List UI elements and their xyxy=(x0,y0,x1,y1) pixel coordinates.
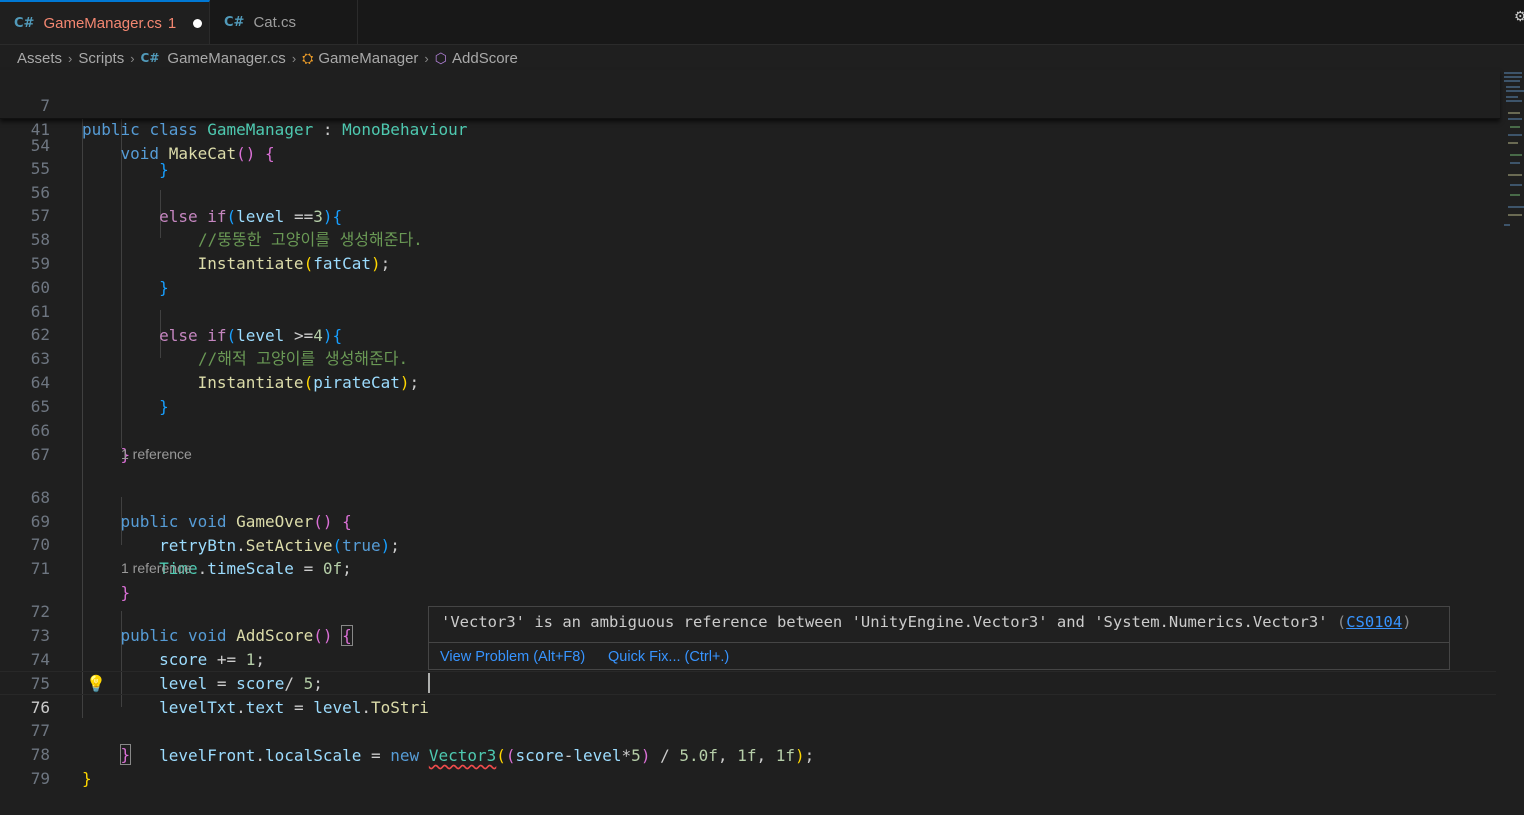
code-line[interactable]: 78 } xyxy=(0,719,1496,788)
tab-cat[interactable]: C# Cat.cs xyxy=(210,0,358,44)
code-text: public class GameManager : MonoBehaviour xyxy=(82,120,468,139)
code-line[interactable]: 67 xyxy=(0,419,1496,464)
error-hover-widget: 'Vector3' is an ambiguous reference betw… xyxy=(428,606,1450,670)
code-line[interactable]: 65 xyxy=(0,371,1496,416)
problem-count: 1 xyxy=(167,14,177,32)
code-line[interactable]: 72 public void AddScore() { xyxy=(0,576,1496,646)
quick-fix-link[interactable]: Quick Fix... (Ctrl+.) xyxy=(608,649,729,665)
tab-label: GameManager.cs xyxy=(43,14,162,32)
code-line[interactable]: 70 Time.timeScale = 0f; xyxy=(0,509,1496,578)
text-cursor xyxy=(428,673,430,693)
csharp-icon: C# xyxy=(14,15,35,31)
unsaved-dot-icon[interactable] xyxy=(193,18,203,28)
chevron-right-icon: › xyxy=(424,50,429,66)
breadcrumb: Assets › Scripts › C# GameManager.cs › ⛭… xyxy=(17,47,518,69)
code-line[interactable]: 68 public void GameOver() { xyxy=(0,462,1496,531)
code-line[interactable]: 61 else if(level >=4){ xyxy=(0,276,1496,345)
csharp-icon: C# xyxy=(140,51,160,65)
code-line[interactable]: 64 } xyxy=(0,347,1496,416)
line-number: 41 xyxy=(30,120,50,139)
code-line[interactable]: 66 } xyxy=(0,395,1496,464)
code-editor[interactable]: 7 public class GameManager : MonoBehavio… xyxy=(0,70,1500,812)
breadcrumb-file[interactable]: GameManager.cs xyxy=(167,50,285,67)
sticky-line[interactable]: 7 public class GameManager : MonoBehavio… xyxy=(0,70,1496,139)
chevron-right-icon: › xyxy=(130,50,135,66)
chevron-right-icon: › xyxy=(291,50,297,66)
breadcrumb-method[interactable]: AddScore xyxy=(452,50,518,67)
codelens-references[interactable]: 1 reference xyxy=(121,446,192,462)
lightbulb-icon[interactable]: 💡 xyxy=(86,672,106,696)
breadcrumb-class[interactable]: GameManager xyxy=(318,50,418,67)
code-line[interactable]: 79 xyxy=(0,743,1496,788)
error-message: 'Vector3' is an ambiguous reference betw… xyxy=(441,613,1412,631)
sticky-scroll[interactable]: 7 public class GameManager : MonoBehavio… xyxy=(0,70,1500,163)
code-line[interactable]: 58 Instantiate(fatCat); xyxy=(0,204,1496,273)
view-problem-link[interactable]: View Problem (Alt+F8) xyxy=(440,649,585,665)
code-line[interactable]: 77 } xyxy=(0,695,1496,765)
hover-actions: View Problem (Alt+F8) Quick Fix... (Ctrl… xyxy=(429,642,1449,670)
error-code-link[interactable]: CS0104 xyxy=(1346,613,1402,631)
code-line[interactable]: 69 retryBtn.SetActive(true); xyxy=(0,486,1496,555)
codelens-references[interactable]: 1 reference xyxy=(121,560,192,576)
code-text: } xyxy=(82,769,92,788)
code-line[interactable]: 71 } xyxy=(0,533,1496,602)
tab-bar: C# GameManager.cs 1 C# Cat.cs ⚙ xyxy=(0,0,1524,45)
tab-gamemanager[interactable]: C# GameManager.cs 1 xyxy=(0,0,210,44)
code-line[interactable]: 59 } xyxy=(0,228,1496,297)
code-line[interactable]: 60 xyxy=(0,252,1496,297)
code-line[interactable]: 57 //뚱뚱한 고양이를 생성해준다. xyxy=(0,180,1496,249)
code-text: void MakeCat() { xyxy=(120,144,275,163)
tab-label: Cat.cs xyxy=(253,13,296,31)
code-line[interactable]: 63 Instantiate(pirateCat); xyxy=(0,323,1496,392)
class-icon: ⛭ xyxy=(302,49,314,66)
breadcrumb-scripts[interactable]: Scripts xyxy=(78,50,124,67)
sticky-line[interactable]: 41 void MakeCat() { xyxy=(0,94,1496,163)
error-text: 'Vector3' is an ambiguous reference betw… xyxy=(441,613,1328,631)
minimap[interactable] xyxy=(1502,70,1524,230)
chevron-right-icon: › xyxy=(68,50,73,66)
breadcrumb-assets[interactable]: Assets xyxy=(17,50,62,67)
line-number: 79 xyxy=(30,769,50,788)
method-icon: ⬡ xyxy=(434,49,447,66)
csharp-icon: C# xyxy=(224,14,245,30)
settings-icon[interactable]: ⚙ xyxy=(1514,8,1524,34)
code-line[interactable]: 62 //해적 고양이를 생성해준다. xyxy=(0,299,1496,368)
code-line-current[interactable]: 76 💡 levelFront.localScale = new Vector3… xyxy=(0,671,1496,765)
